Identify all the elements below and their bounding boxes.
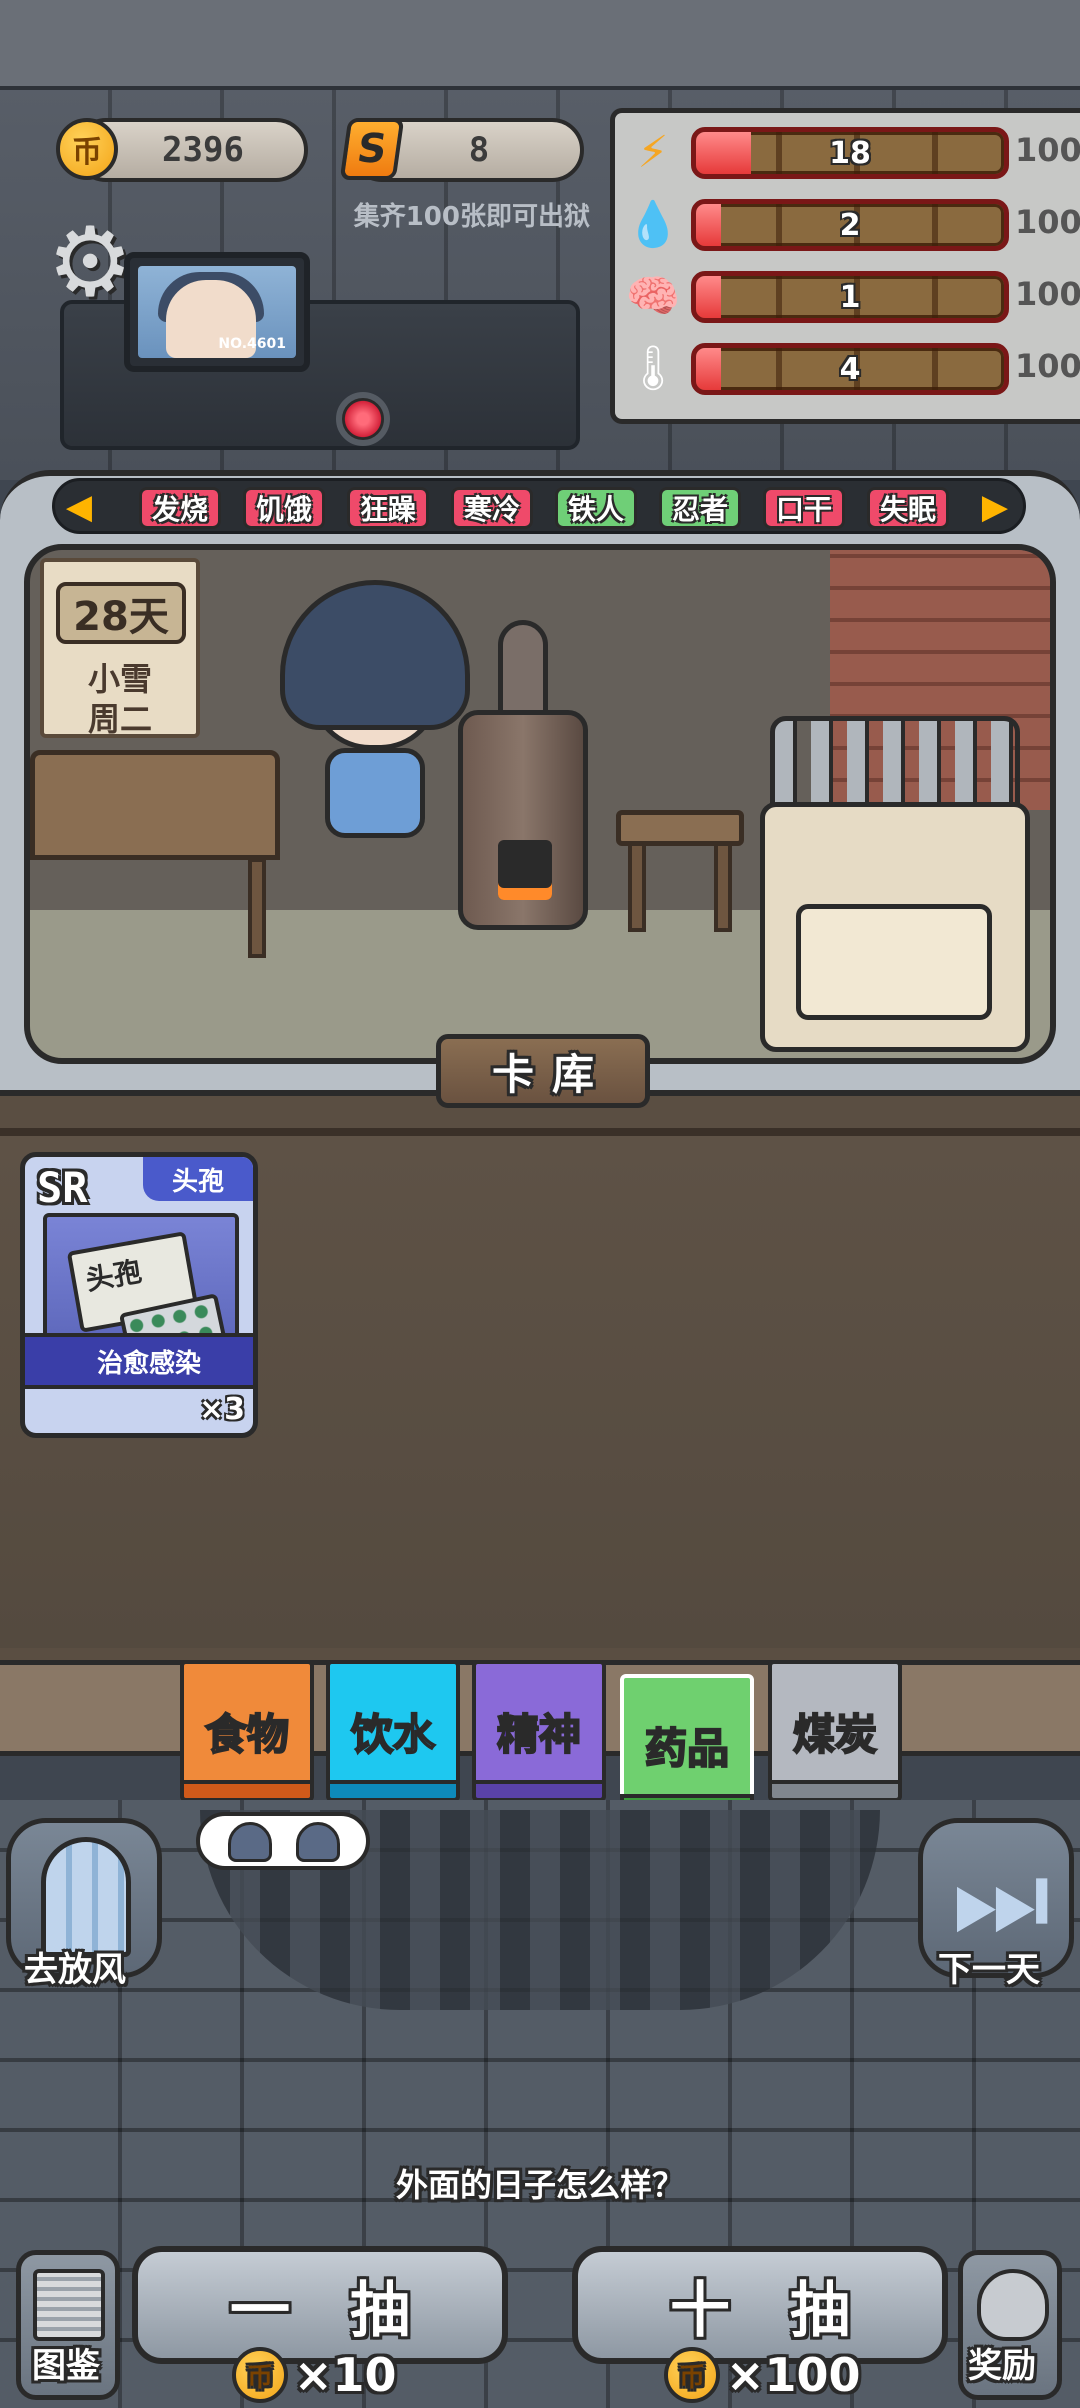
card-s-icon: S (339, 118, 405, 180)
bed-frame (770, 716, 1020, 816)
rewards-label: 奖励 (968, 2346, 1036, 2386)
prisoner-head-icon (228, 1822, 272, 1862)
status-tag[interactable]: 口干 (763, 487, 845, 529)
wooden-table (30, 750, 280, 860)
prisoner-number: NO.4601 (218, 336, 286, 352)
prisoner-hair (280, 580, 470, 730)
draw-one-cost-value: ×10 (294, 2348, 397, 2402)
status-tag[interactable]: 发烧 (139, 487, 221, 529)
water-value: 2 (839, 207, 861, 243)
status-tag[interactable]: 饥饿 (243, 487, 325, 529)
status-tag[interactable]: 寒冷 (451, 487, 533, 529)
stat-energy: ⚡ 18 100 (615, 123, 1080, 183)
temperature-max: 100 (1015, 347, 1080, 385)
draw-one-cost: 币 ×10 (232, 2344, 397, 2406)
card-count: ×3 (198, 1392, 245, 1427)
water-drop-icon: 💧 (625, 199, 681, 250)
coin-icon: 币 (56, 118, 118, 180)
collect-hint: 集齐100张即可出狱 (353, 202, 590, 232)
wall-calendar: 28天 小雪 周二 (40, 558, 200, 738)
medicine-card[interactable]: SR 头孢 头孢 治愈感染 ×3 (20, 1152, 258, 1438)
tab-food-label: 食物 (204, 1709, 290, 1760)
temperature-bar: 4 (691, 343, 1009, 395)
tab-water[interactable]: 饮水 (326, 1660, 460, 1802)
door-icon (41, 1837, 131, 1957)
collection-label: 图鉴 (32, 2346, 100, 2386)
go-out-label: 去放风 (24, 1950, 126, 1990)
card-storage-title: 卡库 (436, 1034, 650, 1108)
prisoner-body (325, 748, 425, 838)
day-count: 28天 (56, 582, 186, 644)
table-leg (248, 858, 266, 958)
status-tag[interactable]: 失眠 (867, 487, 949, 529)
fire-icon (498, 840, 552, 900)
mind-bar: 1 (691, 271, 1009, 323)
stat-temperature: 🌡 4 100 (615, 339, 1080, 399)
prisoner-character[interactable] (270, 580, 480, 910)
bed-pillow (796, 904, 992, 1020)
card-name: 治愈感染 (25, 1333, 253, 1389)
tab-mind-label: 精神 (496, 1709, 582, 1760)
card-kind: 头孢 (143, 1157, 253, 1201)
mind-value: 1 (839, 279, 861, 315)
thought-bubble (196, 1812, 370, 1870)
next-day-label: 下一天 (938, 1950, 1040, 1990)
draw-ten-cost-value: ×100 (726, 2348, 861, 2402)
brain-icon: 🧠 (625, 271, 681, 322)
coin-amount: 2396 (162, 130, 244, 170)
tab-medicine[interactable]: 药品 (620, 1674, 754, 1816)
guard-head-icon (296, 1822, 340, 1862)
tab-mind[interactable]: 精神 (472, 1660, 606, 1802)
coal-stove[interactable] (458, 620, 588, 940)
status-tag[interactable]: 狂躁 (347, 487, 429, 529)
energy-value: 18 (829, 135, 871, 171)
energy-max: 100 (1015, 131, 1080, 169)
energy-icon: ⚡ (637, 127, 669, 178)
temperature-value: 4 (839, 351, 861, 387)
draw-ten-cost: 币 ×100 (664, 2344, 861, 2406)
water-bar: 2 (691, 199, 1009, 251)
stat-mind: 🧠 1 100 (615, 267, 1080, 327)
skip-forward-icon: ⏭ (951, 1834, 1051, 1962)
tags-next-arrow-icon[interactable]: ▶ (977, 487, 1013, 527)
weekday: 周二 (87, 700, 152, 738)
thermometer-icon: 🌡 (625, 343, 681, 394)
tab-coal-label: 煤炭 (792, 1709, 878, 1760)
tab-medicine-label: 药品 (644, 1723, 730, 1774)
dialog-text: 外面的日子怎么样？ (395, 2166, 684, 2204)
ceiling (0, 0, 1080, 90)
status-tag[interactable]: 忍者 (659, 487, 741, 529)
stove-pipe (498, 620, 548, 720)
camera-eye-icon (336, 392, 390, 446)
mouse-icon (977, 2269, 1049, 2341)
tab-food[interactable]: 食物 (180, 1660, 314, 1802)
card-amount: 8 (468, 130, 490, 170)
book-icon (33, 2269, 105, 2341)
water-max: 100 (1015, 203, 1080, 241)
coin-icon: 币 (232, 2347, 288, 2403)
wooden-stool (616, 810, 744, 940)
stats-panel: ⚡ 18 100 💧 2 100 🧠 1 100 🌡 4 100 (610, 108, 1080, 424)
status-tag[interactable]: 铁人 (555, 487, 637, 529)
coin-icon: 币 (664, 2347, 720, 2403)
tab-coal[interactable]: 煤炭 (768, 1660, 902, 1802)
prisoner-monitor: NO.4601 (124, 252, 310, 372)
energy-bar: 18 (691, 127, 1009, 179)
tab-water-label: 饮水 (350, 1709, 436, 1760)
prison-bed[interactable] (760, 716, 1030, 1056)
status-tags-bar: ◀ 发烧 饥饿 狂躁 寒冷 铁人 忍者 口干 失眠 ▶ (52, 478, 1026, 534)
stat-water: 💧 2 100 (615, 195, 1080, 255)
card-rarity: SR (37, 1163, 88, 1212)
mind-max: 100 (1015, 275, 1080, 313)
monitor-screen: NO.4601 (138, 266, 296, 358)
tags-prev-arrow-icon[interactable]: ◀ (61, 487, 97, 527)
